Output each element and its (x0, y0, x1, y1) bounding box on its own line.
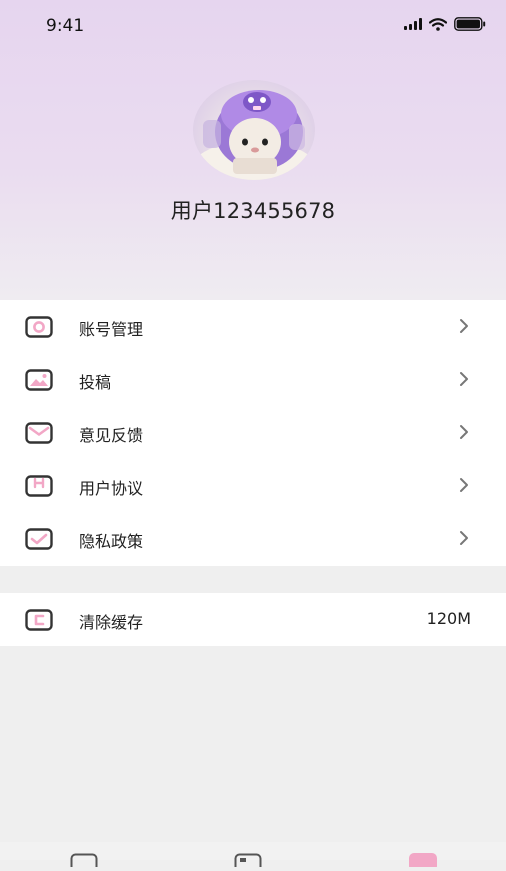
menu-item-label: 意见反馈 (79, 426, 144, 445)
menu-item-submit[interactable]: 投稿 (0, 353, 506, 406)
chevron-right-icon (458, 530, 470, 546)
account-icon (25, 316, 53, 338)
status-icons (404, 17, 486, 31)
wifi-icon (429, 17, 447, 31)
menu-item-label: 投稿 (79, 373, 112, 392)
chevron-right-icon (458, 371, 470, 387)
home-icon[interactable] (70, 852, 98, 871)
status-time: 9:41 (46, 16, 85, 36)
image-icon (25, 369, 53, 391)
status-bar: 9:41 (0, 0, 506, 52)
signal-icon (404, 18, 422, 30)
menu-item-feedback[interactable]: 意见反馈 (0, 406, 506, 459)
menu-item-user-agreement[interactable]: 用户协议 (0, 459, 506, 512)
profile-icon[interactable] (409, 852, 437, 871)
battery-icon (454, 17, 486, 31)
clear-cache-label: 清除缓存 (79, 613, 144, 632)
envelope-icon (25, 422, 53, 444)
clear-cache-icon (25, 609, 53, 631)
category-icon[interactable] (234, 852, 262, 871)
settings-menu: 账号管理 投稿 意见反馈 用户协议 隐私政策 (0, 300, 506, 566)
bottom-tab-bar (0, 842, 506, 871)
chevron-right-icon (458, 318, 470, 334)
avatar-plush-icon (193, 90, 315, 180)
cache-size-value: 120M (426, 609, 471, 628)
chevron-right-icon (458, 477, 470, 493)
menu-item-label: 隐私政策 (79, 532, 144, 551)
avatar[interactable] (193, 80, 315, 180)
chevron-right-icon (458, 424, 470, 440)
menu-item-label: 账号管理 (79, 320, 144, 339)
menu-item-privacy-policy[interactable]: 隐私政策 (0, 512, 506, 565)
check-icon (25, 528, 53, 550)
menu-item-label: 用户协议 (79, 479, 144, 498)
clear-cache-row[interactable]: 清除缓存 120M (0, 593, 506, 646)
username: 用户123455678 (170, 199, 336, 223)
menu-item-account[interactable]: 账号管理 (0, 300, 506, 353)
agreement-icon (25, 475, 53, 497)
